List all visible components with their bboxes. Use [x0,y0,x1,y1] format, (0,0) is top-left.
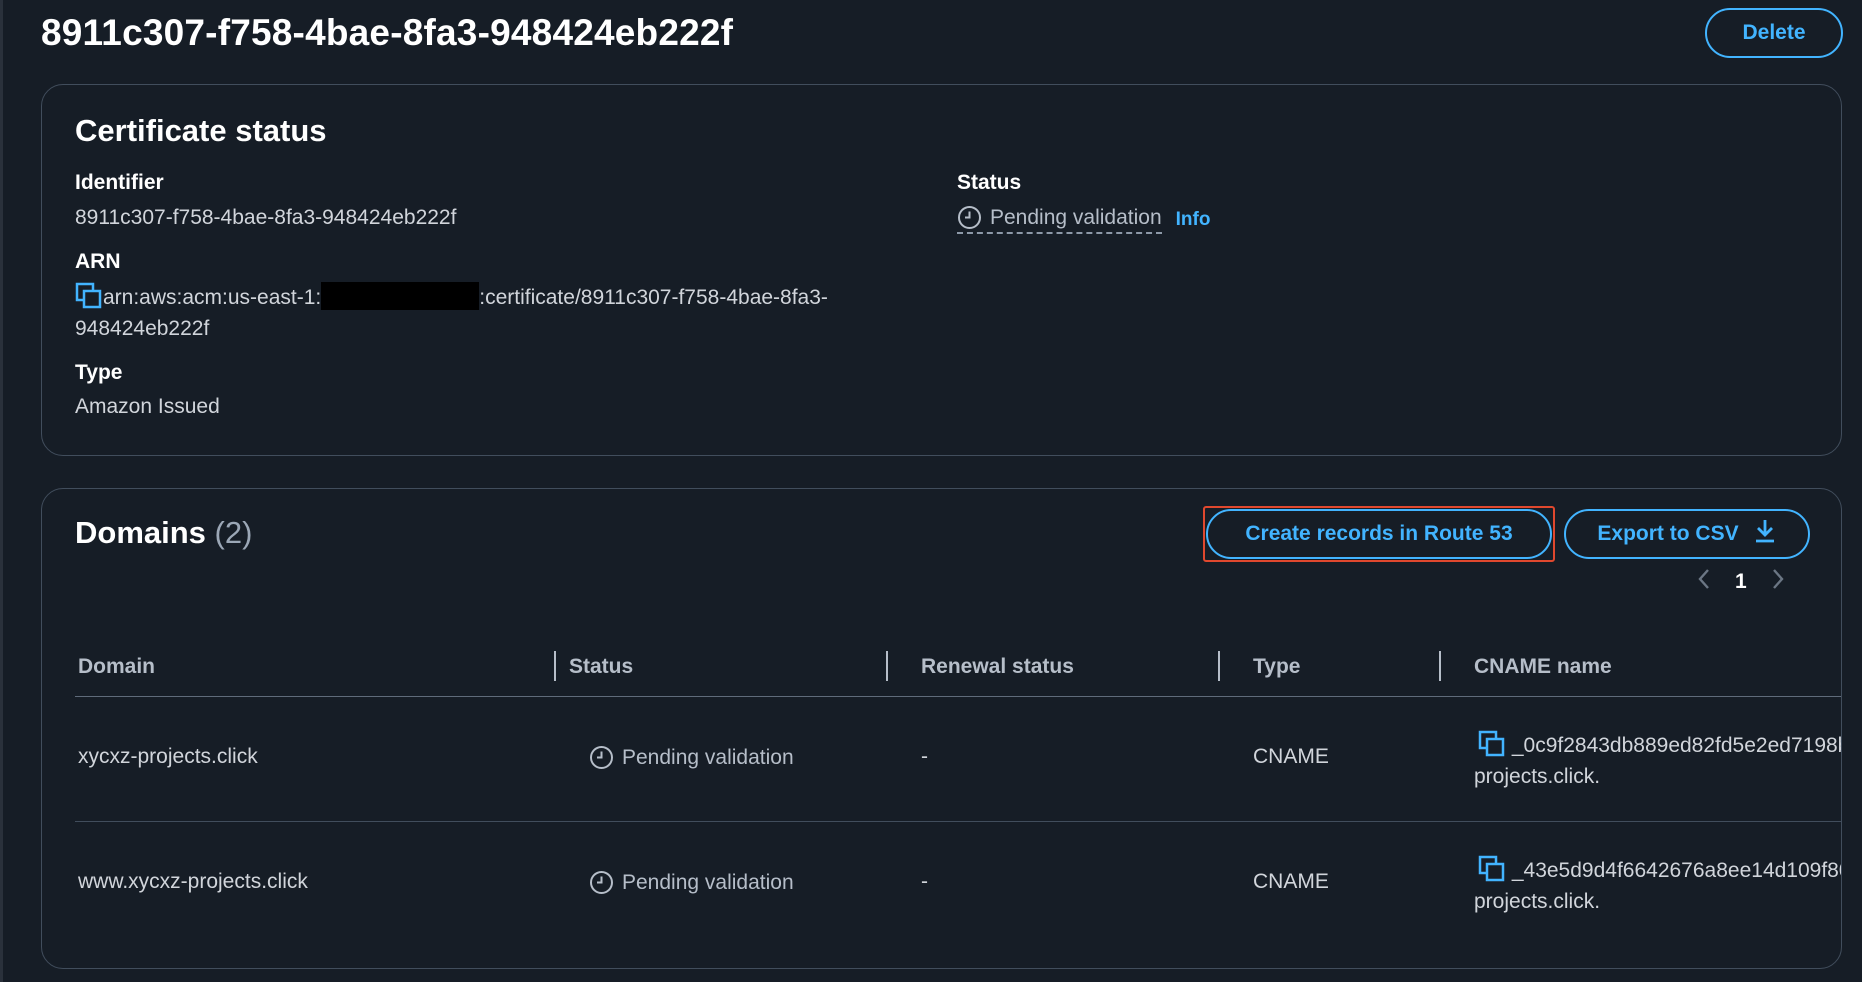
type-label: Type [75,361,123,384]
column-resizer[interactable] [1218,651,1220,681]
cell-domain: www.xycxz-projects.click [78,870,308,893]
certificate-status-heading: Certificate status [75,113,327,148]
column-header-cname-name[interactable]: CNAME name [1474,655,1612,679]
identifier-value: 8911c307-f758-4bae-8fa3-948424eb222f [75,206,457,229]
table-row: www.xycxz-projects.click Pending validat… [75,822,1842,947]
cname-line1: _0c9f2843db889ed82fd5e2ed7198b [1511,734,1842,757]
cell-domain: xycxz-projects.click [78,745,258,768]
certificate-status-panel: Certificate status Identifier 8911c307-f… [41,84,1842,456]
chevron-left-icon[interactable] [1697,567,1711,596]
domains-table: Domain Status Renewal status Type CNAME … [75,641,1842,947]
status-popover-trigger[interactable]: Pending validation [957,205,1162,234]
export-csv-button[interactable]: Export to CSV [1564,509,1810,559]
arn-suffix: :certificate/8911c307-f758-4bae-8fa3- [479,286,828,309]
cell-renewal-status: - [921,870,928,893]
create-records-button[interactable]: Create records in Route 53 [1206,509,1552,559]
arn-label: ARN [75,250,121,273]
column-header-type[interactable]: Type [1253,655,1300,679]
cell-status-text: Pending validation [622,870,794,894]
cell-status: Pending validation [589,745,794,770]
clock-icon [589,870,614,895]
page-number[interactable]: 1 [1735,570,1747,594]
cell-type: CNAME [1253,745,1329,768]
column-header-renewal-status[interactable]: Renewal status [921,655,1074,679]
status-indicator: Pending validation Info [957,205,1210,234]
cname-line2: projects.click. [1474,890,1601,913]
cell-status-text: Pending validation [622,745,794,769]
column-resizer[interactable] [1439,651,1441,681]
table-header: Domain Status Renewal status Type CNAME … [75,641,1841,697]
copy-icon[interactable] [1478,855,1506,883]
cell-status: Pending validation [589,870,794,895]
info-link[interactable]: Info [1176,209,1211,231]
chevron-right-icon[interactable] [1771,567,1785,596]
cell-type: CNAME [1253,870,1329,893]
status-value: Pending validation [990,205,1162,229]
column-resizer[interactable] [886,651,888,681]
identifier-label: Identifier [75,171,164,194]
page-title: 8911c307-f758-4bae-8fa3-948424eb222f [41,12,734,53]
export-csv-label: Export to CSV [1597,522,1739,545]
status-label: Status [957,171,1022,194]
left-divider [0,0,3,982]
cname-line2: projects.click. [1474,765,1601,788]
arn-value: arn:aws:acm:us-east-1: :certificate/8911c… [75,282,955,344]
column-header-domain[interactable]: Domain [78,655,155,679]
type-value: Amazon Issued [75,395,220,418]
download-icon [1753,518,1777,550]
pagination: 1 [1697,567,1785,596]
clock-icon [957,205,982,230]
domains-panel: Domains (2) Create records in Route 53 E… [41,488,1842,969]
cell-cname-name: _43e5d9d4f6642676a8ee14d109f80 projects.… [1474,855,1842,917]
page: 8911c307-f758-4bae-8fa3-948424eb222f Del… [0,0,1862,982]
table-row: xycxz-projects.click Pending validation … [75,697,1842,822]
domains-heading: Domains (2) [75,515,252,551]
domains-heading-text: Domains [75,515,206,550]
arn-suffix-line2: 948424eb222f [75,317,210,340]
redacted-account-id [321,282,480,310]
domains-count: (2) [214,515,253,550]
arn-prefix: arn:aws:acm:us-east-1: [103,286,322,309]
copy-icon[interactable] [75,282,103,310]
cell-cname-name: _0c9f2843db889ed82fd5e2ed7198b projects.… [1474,730,1842,792]
copy-icon[interactable] [1478,730,1506,758]
column-header-status[interactable]: Status [569,655,633,679]
delete-button[interactable]: Delete [1705,8,1843,58]
column-resizer[interactable] [554,651,556,681]
cell-renewal-status: - [921,745,928,768]
cname-line1: _43e5d9d4f6642676a8ee14d109f80 [1511,859,1842,882]
clock-icon [589,745,614,770]
